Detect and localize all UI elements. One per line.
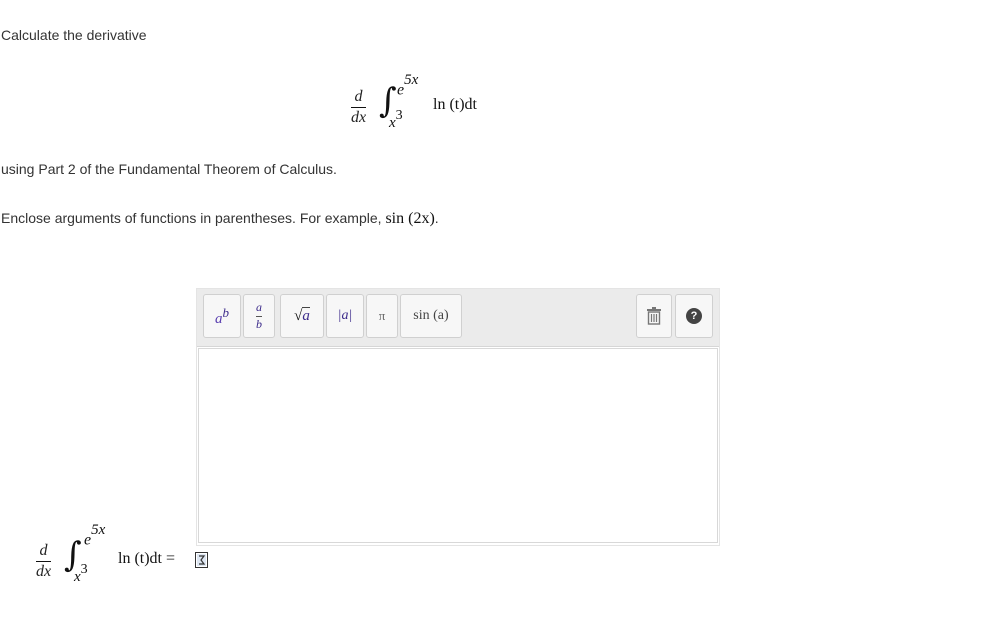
sigma-document-icon (195, 552, 208, 568)
abs-button[interactable]: |a| (326, 294, 364, 338)
lower-limit-bottom: x3 (74, 562, 88, 585)
instruction-text: Calculate the derivative (1, 27, 147, 43)
theorem-text: using Part 2 of the Fundamental Theorem … (1, 161, 337, 177)
lower-limit: x3 (389, 108, 403, 131)
d-numerator: d (354, 88, 363, 105)
integrand-bottom: ln (t)dt = (118, 550, 176, 567)
sqrt-button[interactable]: √a (280, 294, 324, 338)
help-icon: ? (686, 308, 702, 324)
sin-button[interactable]: sin (a) (400, 294, 462, 338)
enclose-example: sin (2x) (385, 210, 435, 227)
answer-editor[interactable] (198, 348, 718, 543)
pi-button[interactable]: π (366, 294, 398, 338)
problem-formula: d dx ∫ e5x x3 ln (t)dt (351, 72, 501, 132)
derivative-operator-bottom: d dx (36, 542, 52, 580)
upper-limit-bottom: e5x (84, 522, 106, 549)
integrand: ln (t)dt (433, 96, 477, 113)
math-toolbar: ab a b √a |a| π sin (a) ? (196, 288, 720, 347)
clear-button[interactable] (636, 294, 672, 338)
help-button[interactable]: ? (675, 294, 713, 338)
upper-limit: e5x (397, 72, 419, 99)
trash-icon (647, 307, 661, 325)
fraction-button[interactable]: a b (243, 294, 275, 338)
answer-formula: d dx ∫ e5x x3 ln (t)dt = (36, 522, 236, 588)
enclose-hint: Enclose arguments of functions in parent… (1, 210, 439, 227)
answer-preview-icon[interactable] (195, 552, 209, 571)
derivative-operator: d dx (351, 88, 367, 126)
d-denominator: dx (351, 108, 367, 126)
power-button[interactable]: ab (203, 294, 241, 338)
